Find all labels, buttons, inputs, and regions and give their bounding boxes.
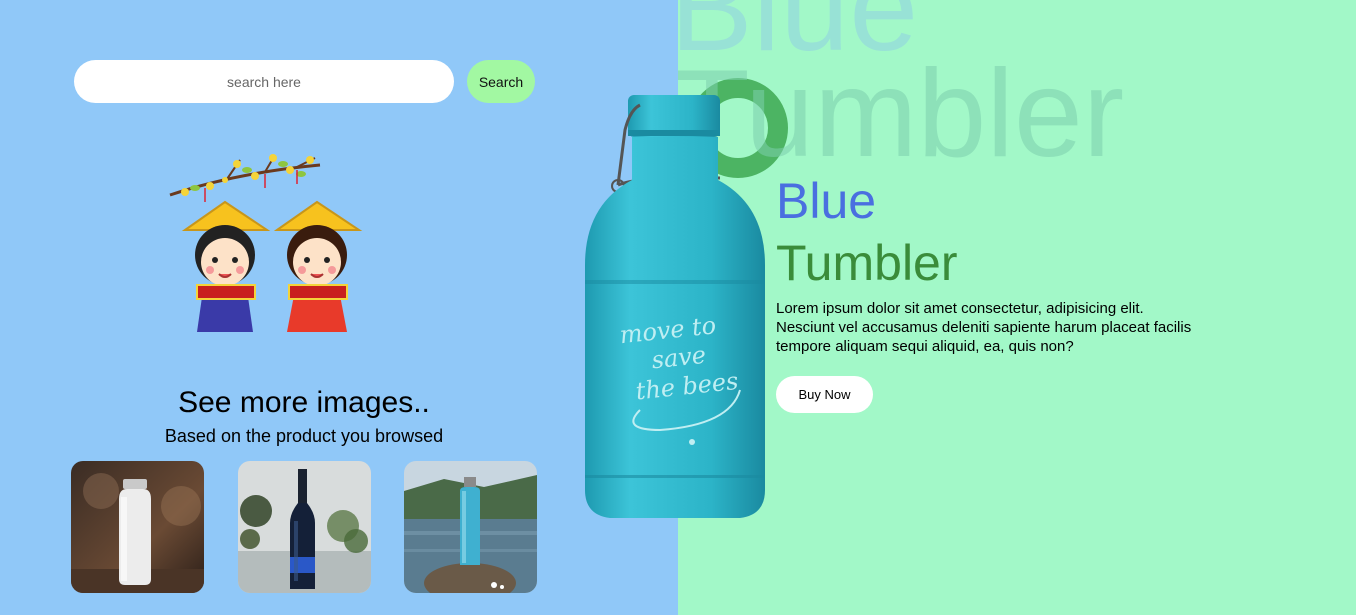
gallery-title: See more images.. bbox=[178, 386, 430, 419]
gallery-image-blue-bottle[interactable] bbox=[404, 461, 537, 593]
buy-now-button[interactable]: Buy Now bbox=[776, 376, 873, 413]
gallery-subtitle: Based on the product you browsed bbox=[164, 426, 444, 446]
hero-description: Lorem ipsum dolor sit amet consectetur, … bbox=[776, 300, 1192, 355]
gallery-image-dark-bottle[interactable] bbox=[238, 461, 371, 593]
svg-text:save: save bbox=[650, 341, 707, 375]
search-input[interactable] bbox=[74, 60, 454, 103]
gallery-image-white-bottle[interactable] bbox=[71, 461, 204, 593]
tumbler-product-image: move to save the bees bbox=[580, 90, 770, 525]
hero-title-tumbler: Tumbler bbox=[776, 235, 958, 291]
page: Search bbox=[0, 0, 1356, 615]
left-panel: Search bbox=[0, 0, 678, 615]
kids-illustration bbox=[165, 150, 370, 345]
right-panel: Blue Tumbler Blue Tumbler Lorem ipsum do… bbox=[678, 0, 1356, 615]
hero-title-blue: Blue bbox=[776, 173, 877, 229]
search-button[interactable]: Search bbox=[467, 60, 535, 103]
